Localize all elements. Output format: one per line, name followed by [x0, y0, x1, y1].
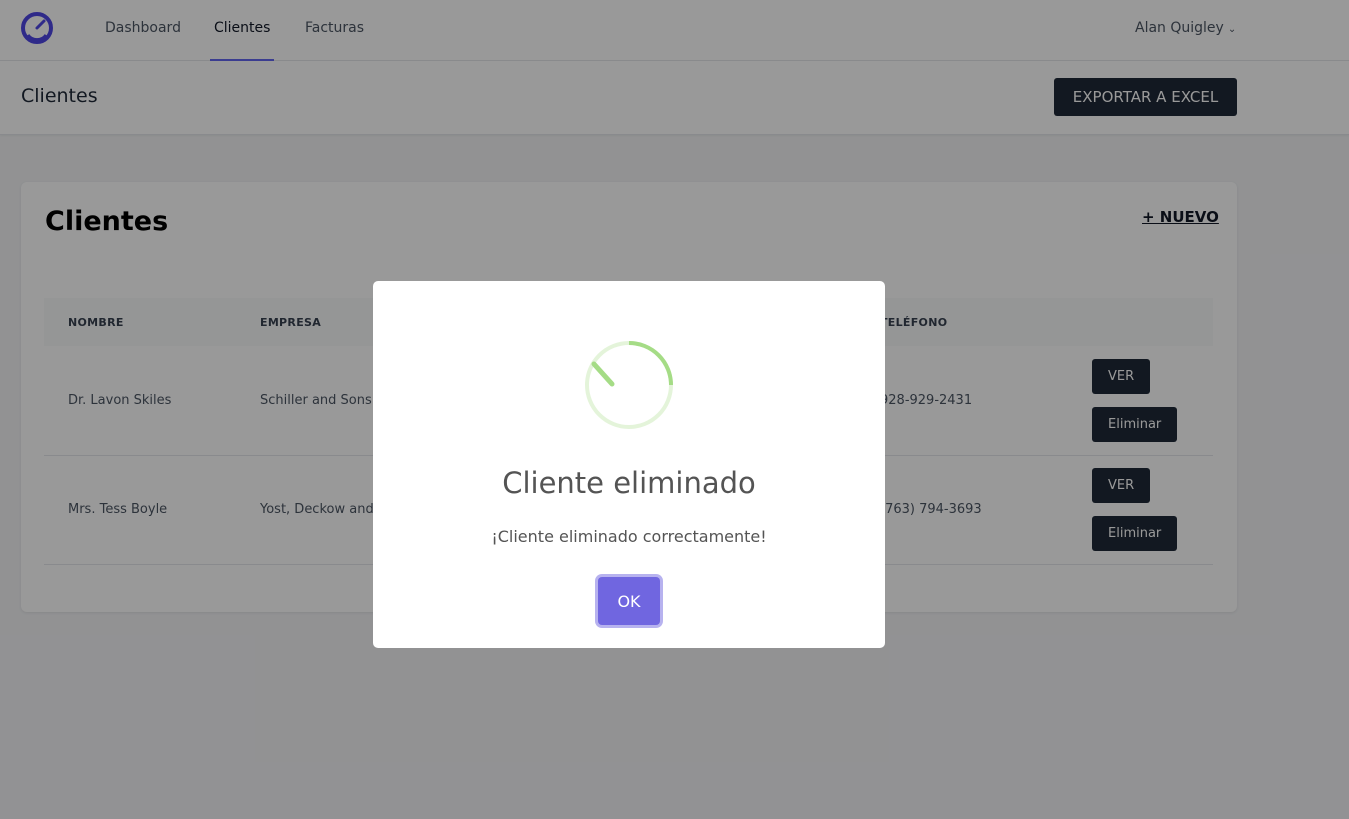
success-check-icon	[585, 341, 673, 429]
success-dialog: Cliente eliminado ¡Cliente eliminado cor…	[373, 281, 885, 648]
dialog-message: ¡Cliente eliminado correctamente!	[491, 527, 767, 546]
ok-button[interactable]: OK	[598, 577, 660, 625]
dialog-title: Cliente eliminado	[502, 466, 756, 500]
